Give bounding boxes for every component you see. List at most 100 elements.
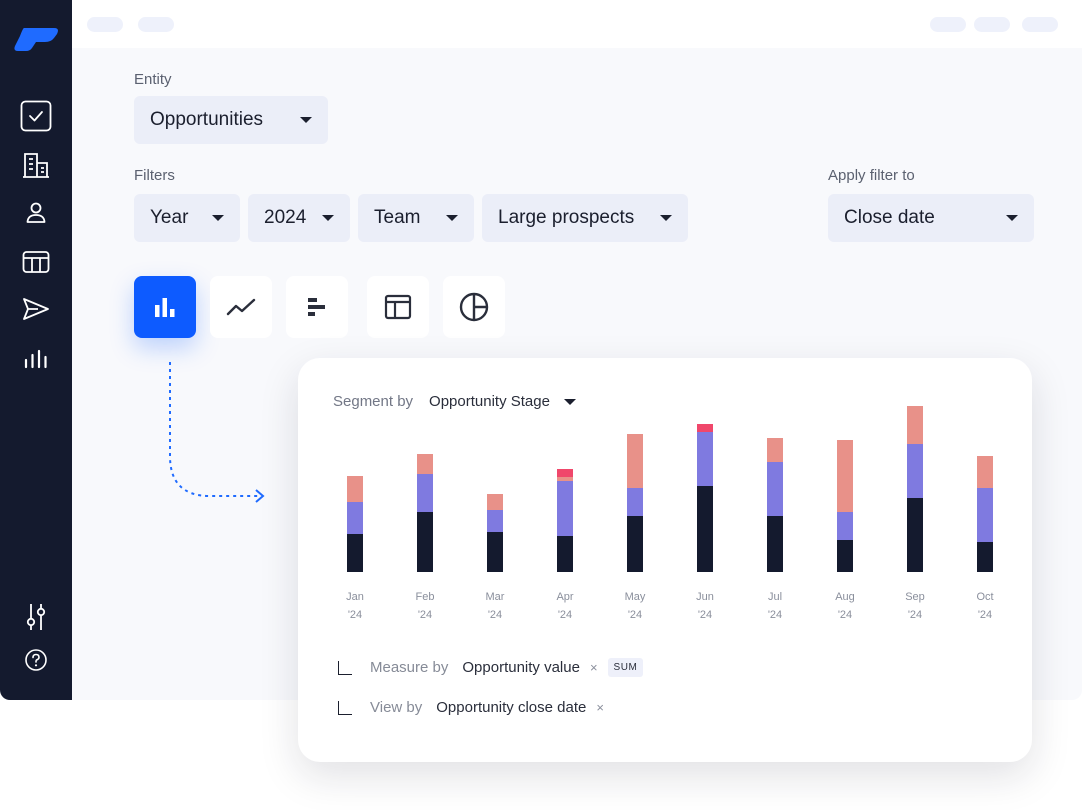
chart-type-line-button[interactable] [210,276,272,338]
bar-segment[interactable] [627,516,643,572]
chevron-down-icon [212,215,224,221]
remove-measure-icon[interactable]: × [590,660,598,675]
building-icon[interactable] [20,149,52,181]
x-tick-label: Apr [556,591,573,603]
apply-filter-label: Apply filter to [828,167,915,184]
tasks-icon[interactable] [20,100,52,132]
x-tick-label: '24 [838,609,852,621]
bar-segment[interactable] [907,444,923,498]
top-bar-placeholder [1022,17,1058,32]
chart-type-bar-button[interactable] [134,276,196,338]
measure-by-label: Measure by [370,659,449,676]
top-bar-placeholder [974,17,1010,32]
sliders-icon[interactable] [20,601,52,633]
chart-type-horizontal-bar-button[interactable] [286,276,348,338]
remove-view-icon[interactable]: × [596,700,604,715]
bar-segment[interactable] [837,512,853,540]
filter-team-value: Team [374,207,421,228]
filter-period-value: Year [150,207,189,228]
bar-segment[interactable] [417,512,433,572]
aggregation-badge[interactable]: SUM [607,658,644,677]
x-tick-label: Aug [835,591,855,603]
bar-segment[interactable] [837,440,853,512]
bar-segment[interactable] [837,540,853,572]
apply-filter-dropdown[interactable]: Close date [828,194,1034,242]
top-bar-placeholder [87,17,123,32]
horizontal-bar-icon [308,298,325,316]
bar-segment[interactable] [417,454,433,474]
x-tick-label: '24 [698,609,712,621]
bar-segment[interactable] [557,536,573,572]
filter-year-dropdown[interactable]: 2024 [248,194,350,242]
x-tick-label: '24 [348,609,362,621]
entity-dropdown[interactable]: Opportunities [134,96,328,144]
bar-segment[interactable] [417,474,433,512]
person-icon[interactable] [20,196,52,228]
chevron-down-icon [660,215,672,221]
top-bar-placeholder [138,17,174,32]
x-tick-label: '24 [488,609,502,621]
filter-team-dropdown[interactable]: Team [358,194,474,242]
bar-segment[interactable] [557,469,573,477]
x-tick-label: Jun [696,591,714,603]
bar-segment[interactable] [697,424,713,432]
bar-segment[interactable] [627,434,643,488]
bar-segment[interactable] [487,532,503,572]
bar-segment[interactable] [347,476,363,502]
filter-year-value: 2024 [264,207,307,228]
logo-icon[interactable] [14,24,58,57]
bar-segment[interactable] [487,494,503,510]
entity-label: Entity [134,71,172,88]
filters-label: Filters [134,167,175,184]
x-tick-label: Sep [905,591,925,603]
x-tick-label: '24 [558,609,572,621]
chart-card: Segment by Opportunity Stage Jan '24 Feb '2… [298,358,1032,762]
chart-type-pie-button[interactable] [443,276,505,338]
bar-segment[interactable] [767,438,783,462]
table-icon[interactable] [20,246,52,278]
corner-connector-icon [338,660,352,675]
filter-period-dropdown[interactable]: Year [134,194,240,242]
measure-by-value[interactable]: Opportunity value [462,659,580,676]
chevron-down-icon [322,215,334,221]
measure-by-row: Measure by Opportunity value × SUM [338,658,644,677]
bar-segment[interactable] [347,534,363,572]
view-by-label: View by [370,699,423,716]
stacked-bar-chart: Jan '24 Feb '24 Mar '24 Apr '24 May '24 Jun '24 Jul '… [346,406,994,621]
bar-segment[interactable] [697,432,713,486]
bar-segment[interactable] [487,510,503,532]
x-tick-label: '24 [628,609,642,621]
bar-segment[interactable] [627,488,643,516]
view-by-row: View by Opportunity close date × [338,699,604,716]
bar-segment[interactable] [767,462,783,516]
table-layout-icon [384,294,412,320]
x-tick-label: '24 [978,609,992,621]
filter-segment-dropdown[interactable]: Large prospects [482,194,688,242]
bar-segment[interactable] [977,456,993,488]
bar-segment[interactable] [557,477,573,481]
pie-chart-icon [459,292,489,322]
chevron-down-icon [446,215,458,221]
send-icon[interactable] [20,293,52,325]
bar-segment[interactable] [767,516,783,572]
help-icon[interactable] [20,644,52,676]
line-chart-icon [226,298,256,316]
bar-segment[interactable] [697,486,713,572]
x-tick-label: Jul [768,591,782,603]
bar-segment[interactable] [557,481,573,536]
chart-type-table-button[interactable] [367,276,429,338]
filter-segment-value: Large prospects [498,207,635,228]
corner-connector-icon [338,700,352,715]
bar-segment[interactable] [977,488,993,542]
bar-segment[interactable] [907,498,923,572]
bar-segment[interactable] [907,406,923,444]
top-bar [72,0,1082,48]
view-by-value[interactable]: Opportunity close date [436,699,586,716]
x-tick-label: '24 [908,609,922,621]
top-bar-placeholder [930,17,966,32]
bar-segment[interactable] [347,502,363,534]
chart-icon[interactable] [20,342,52,374]
x-tick-label: Jan [346,591,364,603]
bar-chart-icon [155,298,175,317]
bar-segment[interactable] [977,542,993,572]
